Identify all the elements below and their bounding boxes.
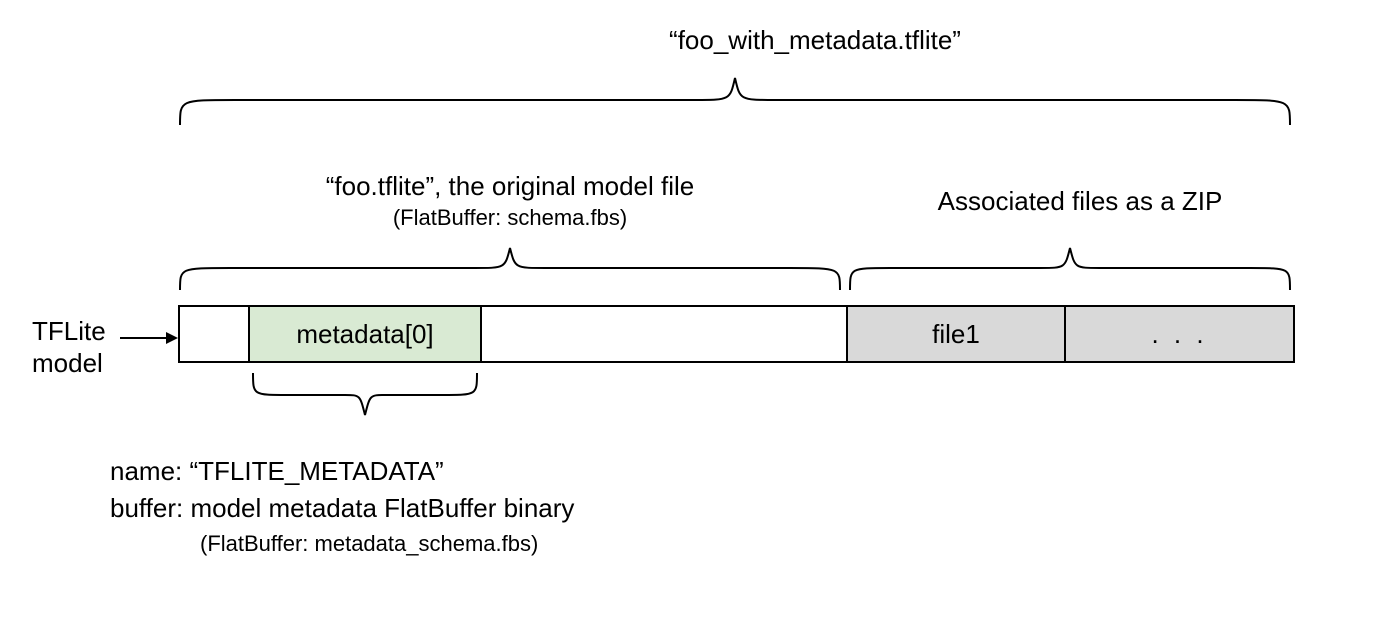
- metadata-bottom-brace: [248, 368, 482, 423]
- original-model-label-main: “foo.tflite”, the original model file: [285, 170, 735, 203]
- ellipsis-box: . . .: [1064, 305, 1295, 363]
- tflite-model-text-2: model: [32, 347, 103, 380]
- file1-box: file1: [846, 305, 1066, 363]
- ellipsis-box-label: . . .: [1151, 319, 1207, 350]
- tflite-model-text-1: TFLite: [32, 315, 106, 348]
- zip-label: Associated files as a ZIP: [860, 185, 1300, 218]
- diagram-stage: “foo_with_metadata.tflite” “foo.tflite”,…: [0, 0, 1382, 621]
- original-model-label-sub: (FlatBuffer: schema.fbs): [285, 204, 735, 232]
- bottom-sub-label: (FlatBuffer: metadata_schema.fbs): [200, 530, 538, 558]
- zip-brace: [845, 240, 1295, 295]
- metadata-box-label: metadata[0]: [296, 319, 433, 350]
- arrow-icon: [120, 328, 180, 348]
- top-brace: [175, 70, 1295, 130]
- bottom-buffer-label: buffer: model metadata FlatBuffer binary: [110, 492, 574, 525]
- file1-box-label: file1: [932, 319, 980, 350]
- top-filename-label: “foo_with_metadata.tflite”: [540, 24, 1090, 57]
- metadata-box: metadata[0]: [248, 305, 482, 363]
- bottom-name-label: name: “TFLITE_METADATA”: [110, 455, 444, 488]
- original-brace: [175, 240, 845, 295]
